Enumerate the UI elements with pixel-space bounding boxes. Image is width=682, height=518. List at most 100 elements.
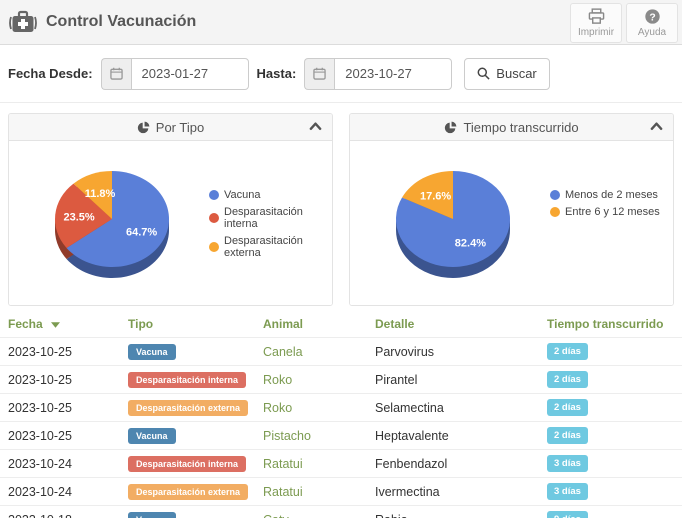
tiempo-badge: 3 días <box>547 455 588 472</box>
cell-fecha: 2023-10-25 <box>0 422 120 450</box>
panel-por-tipo-body: 64.7%23.5%11.8% Vacuna Desparasitación i… <box>9 141 332 305</box>
column-header-animal[interactable]: Animal <box>255 310 367 338</box>
pie-chart-tiempo: 82.4% 17.6% <box>350 141 674 305</box>
tipo-badge: Desparasitación interna <box>128 456 246 472</box>
pie-chart-icon <box>444 121 457 134</box>
legend-item: Entre 6 y 12 meses <box>550 206 660 218</box>
help-button[interactable]: ? Ayuda <box>626 3 678 43</box>
legend-label: Menos de 2 meses <box>565 189 658 201</box>
table-row: 2023-10-24 Desparasitación interna Ratat… <box>0 450 682 478</box>
cell-animal: Ratatui <box>255 450 367 478</box>
cell-fecha: 2023-10-25 <box>0 338 120 366</box>
legend-label: Desparasitación externa <box>224 235 332 259</box>
search-button[interactable]: Buscar <box>464 58 549 90</box>
cell-tipo: Desparasitación externa <box>120 394 255 422</box>
panel-tiempo-body: 82.4% 17.6% Menos de 2 meses Entre 6 y 12… <box>350 141 673 305</box>
tipo-badge: Desparasitación interna <box>128 372 246 388</box>
cell-detalle: Rabia <box>367 506 539 518</box>
date-from-label: Fecha Desde: <box>8 66 93 81</box>
print-button-label: Imprimir <box>578 27 614 38</box>
tiempo-badge: 2 días <box>547 371 588 388</box>
svg-text:17.6%: 17.6% <box>420 190 451 202</box>
svg-text:82.4%: 82.4% <box>455 238 486 250</box>
date-to-label: Hasta: <box>257 66 297 81</box>
table-row: 2023-10-25 Vacuna Pistacho Heptavalente … <box>0 422 682 450</box>
cell-tiempo: 9 días <box>539 506 682 518</box>
svg-text:64.7%: 64.7% <box>126 226 157 238</box>
column-header-detalle[interactable]: Detalle <box>367 310 539 338</box>
column-header-tipo[interactable]: Tipo <box>120 310 255 338</box>
panel-title: Por Tipo <box>156 120 204 135</box>
cell-detalle: Heptavalente <box>367 422 539 450</box>
cell-tiempo: 2 días <box>539 422 682 450</box>
cell-tiempo: 3 días <box>539 478 682 506</box>
cell-tipo: Vacuna <box>120 338 255 366</box>
tipo-badge: Vacuna <box>128 428 176 444</box>
cell-tiempo: 2 días <box>539 394 682 422</box>
cell-detalle: Parvovirus <box>367 338 539 366</box>
table-header-row: Fecha Tipo Animal Detalle Tiempo transcu… <box>0 310 682 338</box>
legend-label: Vacuna <box>224 189 261 201</box>
cell-detalle: Fenbendazol <box>367 450 539 478</box>
legend-color-dot <box>550 207 560 217</box>
tiempo-badge: 3 días <box>547 483 588 500</box>
records-table-section: Fecha Tipo Animal Detalle Tiempo transcu… <box>0 310 682 518</box>
cell-fecha: 2023-10-25 <box>0 394 120 422</box>
chevron-up-icon[interactable] <box>309 121 322 131</box>
panel-tiempo-header[interactable]: Tiempo transcurrido <box>350 114 673 141</box>
legend-item: Menos de 2 meses <box>550 189 660 201</box>
page-title: Control Vacunación <box>46 13 196 31</box>
date-from-group <box>101 58 249 90</box>
panel-tiempo-transcurrido: Tiempo transcurrido 82.4% 17.6% Menos de … <box>349 113 674 306</box>
table-row: 2023-10-25 Desparasitación externa Roko … <box>0 394 682 422</box>
legend-item: Desparasitación externa <box>209 235 332 259</box>
tiempo-badge: 9 días <box>547 511 588 518</box>
date-to-input[interactable] <box>334 58 452 90</box>
charts-row: Por Tipo 64.7%23.5%11.8% Vacuna Desparas… <box>0 103 682 310</box>
cell-tipo: Desparasitación interna <box>120 366 255 394</box>
legend-item: Vacuna <box>209 189 332 201</box>
cell-fecha: 2023-10-24 <box>0 450 120 478</box>
cell-animal: Roko <box>255 394 367 422</box>
cell-tipo: Desparasitación interna <box>120 450 255 478</box>
legend-color-dot <box>209 242 219 252</box>
cell-detalle: Ivermectina <box>367 478 539 506</box>
print-button[interactable]: Imprimir <box>570 3 622 43</box>
medkit-icon <box>8 9 38 36</box>
calendar-icon <box>304 58 334 90</box>
tipo-badge: Desparasitación externa <box>128 400 248 416</box>
table-row: 2023-10-18 Vacuna Caty Rabia 9 días <box>0 506 682 518</box>
date-filter-bar: Fecha Desde: Hasta: Buscar <box>0 45 682 103</box>
table-row: 2023-10-24 Desparasitación externa Ratat… <box>0 478 682 506</box>
panel-title: Tiempo transcurrido <box>463 120 578 135</box>
cell-fecha: 2023-10-25 <box>0 366 120 394</box>
cell-tiempo: 3 días <box>539 450 682 478</box>
cell-detalle: Pirantel <box>367 366 539 394</box>
cell-tipo: Vacuna <box>120 422 255 450</box>
cell-animal: Ratatui <box>255 478 367 506</box>
cell-tiempo: 2 días <box>539 338 682 366</box>
svg-text:23.5%: 23.5% <box>63 212 94 224</box>
help-icon: ? <box>644 8 661 25</box>
cell-animal: Canela <box>255 338 367 366</box>
panel-por-tipo-header[interactable]: Por Tipo <box>9 114 332 141</box>
cell-fecha: 2023-10-18 <box>0 506 120 518</box>
table-row: 2023-10-25 Desparasitación interna Roko … <box>0 366 682 394</box>
help-button-label: Ayuda <box>638 27 666 38</box>
column-header-fecha[interactable]: Fecha <box>0 310 120 338</box>
tiempo-badge: 2 días <box>547 427 588 444</box>
date-from-input[interactable] <box>131 58 249 90</box>
sort-desc-icon <box>51 322 60 328</box>
cell-tipo: Vacuna <box>120 506 255 518</box>
svg-text:?: ? <box>649 12 655 23</box>
chevron-up-icon[interactable] <box>650 121 663 131</box>
legend-label: Entre 6 y 12 meses <box>565 206 660 218</box>
panel-por-tipo: Por Tipo 64.7%23.5%11.8% Vacuna Desparas… <box>8 113 333 306</box>
tipo-badge: Desparasitación externa <box>128 484 248 500</box>
legend-item: Desparasitación interna <box>209 206 332 230</box>
cell-animal: Roko <box>255 366 367 394</box>
legend-color-dot <box>209 213 219 223</box>
column-header-tiempo[interactable]: Tiempo transcurrido <box>539 310 682 338</box>
cell-fecha: 2023-10-24 <box>0 478 120 506</box>
tipo-badge: Vacuna <box>128 344 176 360</box>
